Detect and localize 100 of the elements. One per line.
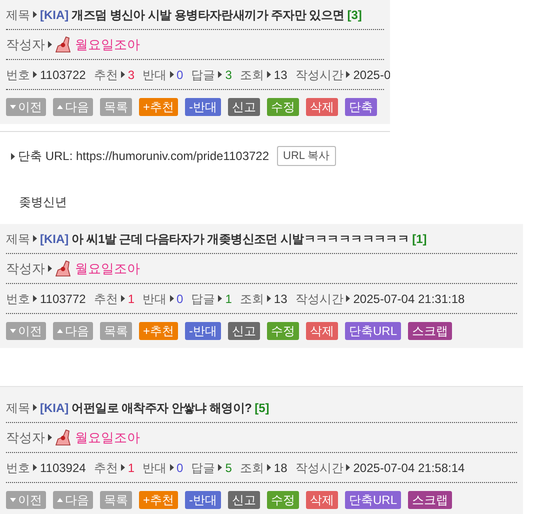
- caret-icon: [33, 295, 37, 302]
- meta-label: 조회: [240, 66, 264, 84]
- meta-value: 13: [274, 290, 288, 308]
- meta-value: 2025-07-04 21:58:14: [353, 460, 465, 476]
- meta-value: 13: [274, 66, 288, 84]
- action-button[interactable]: 삭제: [306, 98, 338, 116]
- action-button[interactable]: 단축URL: [345, 322, 402, 340]
- meta-value: 0: [176, 66, 184, 84]
- caret-icon: [170, 464, 174, 471]
- meta-value: 5: [225, 460, 232, 476]
- action-button[interactable]: 수정: [267, 98, 300, 116]
- action-button[interactable]: 다음: [53, 491, 93, 509]
- meta-value: 2025-07-04 21:31:18: [353, 290, 465, 308]
- meta-value: 3: [128, 66, 135, 84]
- action-button[interactable]: 이전: [6, 322, 46, 340]
- meta-value: 0: [176, 290, 184, 308]
- action-button[interactable]: 삭제: [306, 491, 338, 509]
- post-body-text: 좆병신년: [19, 194, 67, 211]
- action-button[interactable]: 스크랩: [408, 491, 452, 509]
- meta-label: 반대: [142, 290, 167, 308]
- caret-icon: [346, 295, 350, 302]
- caret-icon: [33, 235, 37, 242]
- action-button[interactable]: 수정: [267, 322, 300, 340]
- author-name[interactable]: 월요일조아: [75, 258, 140, 278]
- caret-icon: [120, 295, 125, 302]
- caret-down-icon: [10, 498, 16, 502]
- caret-icon: [33, 404, 37, 411]
- meta-value: 3: [225, 66, 232, 84]
- action-button[interactable]: +추천: [139, 491, 178, 509]
- meta-value: 1: [128, 290, 135, 308]
- meta-label: 번호: [6, 66, 30, 84]
- meta-value: 0: [176, 460, 184, 476]
- reply-count: [5]: [254, 400, 270, 416]
- caret-icon: [346, 71, 350, 78]
- caret-icon: [218, 464, 222, 471]
- action-button[interactable]: 신고: [228, 98, 260, 116]
- meta-value: 18: [274, 460, 288, 476]
- caret-icon: [48, 41, 52, 48]
- caret-icon: [11, 152, 15, 160]
- action-button[interactable]: 이전: [6, 98, 46, 116]
- action-button[interactable]: 목록: [100, 322, 132, 340]
- meta-label: 답글: [191, 290, 216, 308]
- meta-value: 1103924: [40, 460, 86, 476]
- caret-icon: [170, 71, 174, 78]
- post-title: 어펀일로 애착주자 안쌓냐 해영이?: [72, 400, 252, 416]
- action-button[interactable]: -반대: [185, 491, 222, 509]
- action-button[interactable]: 수정: [267, 491, 300, 509]
- action-button[interactable]: 신고: [228, 491, 260, 509]
- action-button[interactable]: 다음: [53, 98, 93, 116]
- caret-up-icon: [57, 105, 63, 109]
- reply-count: [1]: [412, 230, 427, 248]
- author-label: 작성자: [6, 260, 45, 278]
- meta-label: 답글: [191, 66, 216, 84]
- action-button[interactable]: 목록: [100, 98, 132, 116]
- action-button[interactable]: 단축: [345, 98, 378, 116]
- meta-label: 작성시간: [295, 66, 344, 84]
- caret-icon: [33, 464, 37, 471]
- caret-icon: [120, 71, 125, 78]
- caret-down-icon: [10, 105, 16, 109]
- action-button[interactable]: 스크랩: [408, 322, 452, 340]
- category-tag: [KIA]: [40, 6, 69, 24]
- meta-label: 번호: [6, 460, 30, 476]
- post-title: 개즈덤 병신아 시발 용병타자란새끼가 주자만 있으면: [72, 6, 344, 24]
- caret-up-icon: [57, 329, 63, 333]
- avatar-icon: [55, 36, 71, 53]
- meta-label: 추천: [94, 66, 118, 84]
- post-title: 아 씨1발 근데 다음타자가 개좆병신조던 시발ㅋㅋㅋㅋㅋㅋㅋㅋㅋ: [72, 230, 410, 248]
- caret-icon: [218, 71, 222, 78]
- author-label: 작성자: [6, 428, 45, 447]
- author-name[interactable]: 월요일조아: [75, 34, 140, 54]
- avatar-icon: [55, 429, 71, 446]
- action-button[interactable]: 신고: [228, 322, 260, 340]
- meta-value: 2025-0: [353, 66, 390, 84]
- action-button[interactable]: 이전: [6, 491, 46, 509]
- caret-icon: [266, 464, 271, 471]
- caret-icon: [33, 11, 37, 18]
- action-button[interactable]: 목록: [100, 491, 132, 509]
- caret-icon: [218, 295, 222, 302]
- meta-label: 조회: [240, 290, 264, 308]
- title-label: 제목: [6, 400, 30, 416]
- meta-value: 1103772: [40, 290, 86, 308]
- action-button[interactable]: +추천: [139, 98, 178, 116]
- meta-value: 1: [128, 460, 135, 476]
- action-button[interactable]: -반대: [185, 98, 222, 116]
- action-button[interactable]: 다음: [53, 322, 93, 340]
- caret-icon: [170, 295, 174, 302]
- action-button[interactable]: 삭제: [306, 322, 338, 340]
- meta-label: 작성시간: [295, 290, 344, 308]
- meta-label: 번호: [6, 290, 30, 308]
- action-button[interactable]: -반대: [185, 322, 222, 340]
- meta-value: 1103722: [40, 66, 86, 84]
- category-tag: [KIA]: [40, 230, 69, 248]
- caret-icon: [266, 295, 271, 302]
- caret-icon: [120, 464, 125, 471]
- meta-label: 조회: [240, 460, 264, 476]
- action-button[interactable]: +추천: [139, 322, 178, 340]
- author-name[interactable]: 월요일조아: [75, 428, 140, 448]
- action-button[interactable]: 단축URL: [345, 491, 402, 509]
- url-copy-button[interactable]: URL 복사: [277, 146, 336, 166]
- caret-down-icon: [10, 329, 16, 333]
